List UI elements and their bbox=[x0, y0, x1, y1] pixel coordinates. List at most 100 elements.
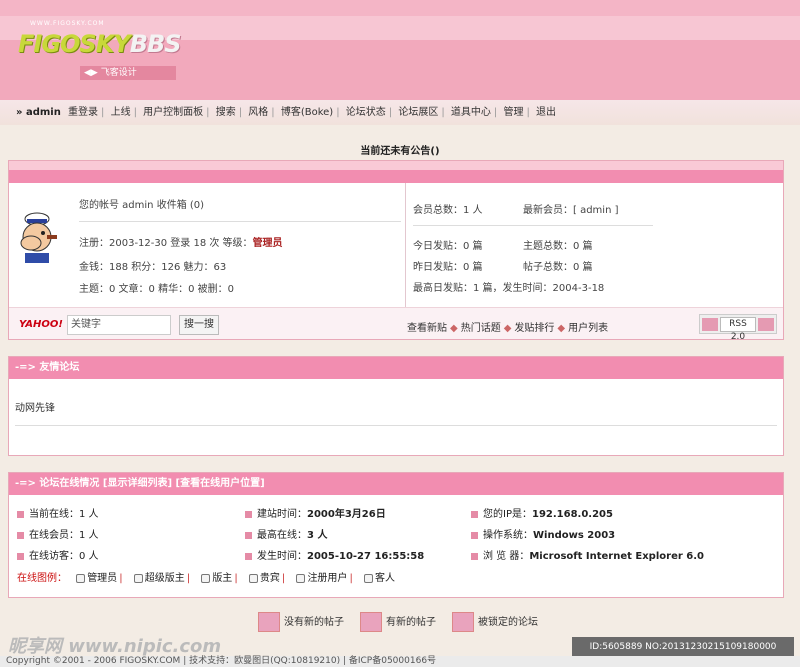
legend-has-new: 有新的帖子 bbox=[360, 612, 436, 632]
legend-locked: 被锁定的论坛 bbox=[452, 612, 538, 632]
nav-separator: | bbox=[336, 107, 340, 118]
online-members: 在线会员：1 人 bbox=[17, 526, 99, 541]
logo-url: WWW.FIGOSKY.COM bbox=[30, 20, 105, 27]
nav-item-forum-status[interactable]: 论坛状态 bbox=[344, 107, 388, 118]
user-avatar bbox=[17, 209, 61, 265]
online-browser: 浏 览 器：Microsoft Internet Explorer 6.0 bbox=[471, 547, 704, 562]
user-money: 金钱：188 积分：126 魅力：63 bbox=[79, 262, 227, 273]
nav-separator: | bbox=[101, 107, 105, 118]
user-reg-text: 注册：2003-12-30 登录 18 次 等级： bbox=[79, 238, 253, 249]
vip-icon bbox=[248, 573, 258, 583]
bullet-icon bbox=[245, 552, 252, 560]
logo-subtitle: ◀▶ 飞客设计 bbox=[80, 66, 176, 80]
user-info-panel: 您的帐号 admin 收件箱 (0) 注册：2003-12-30 登录 18 次… bbox=[8, 160, 784, 342]
nav-item-admin[interactable]: 管理 bbox=[501, 107, 525, 118]
search-input[interactable]: 关键字 bbox=[67, 315, 171, 335]
nav-item-style[interactable]: 风格 bbox=[246, 107, 270, 118]
nav-separator: | bbox=[133, 107, 137, 118]
user-account[interactable]: 您的帐号 admin 收件箱 (0) bbox=[79, 199, 204, 213]
nav-separator: | bbox=[271, 107, 275, 118]
stat-members: 会员总数：1 人 bbox=[413, 205, 483, 216]
new-posts-icon bbox=[360, 612, 382, 632]
stat-newest-member[interactable]: 最新会员：[ admin ] bbox=[523, 201, 619, 216]
online-build-time: 建站时间：2000年3月26日 bbox=[245, 505, 386, 520]
legend-label: 在线图例： bbox=[17, 573, 67, 584]
site-logo[interactable]: FIGOSKYBBS bbox=[18, 30, 182, 58]
header-band-top bbox=[0, 0, 800, 16]
guest-icon bbox=[364, 573, 373, 583]
watermark-id: ID:5605889 NO:20131230215109180000 bbox=[572, 637, 794, 657]
stat-today: 今日发贴：0 篇 bbox=[413, 241, 483, 252]
nav-item-item-center[interactable]: 道具中心 bbox=[449, 107, 493, 118]
nav-separator: | bbox=[388, 107, 393, 118]
rss-left-icon[interactable] bbox=[702, 318, 718, 331]
online-legend: 在线图例： 管理员 | 超级版主 | 版主 | 贵宾 | 注册用户 | 客人 bbox=[17, 573, 395, 584]
quick-links: 查看新贴 ◆ 热门话题 ◆ 发贴排行 ◆ 用户列表 bbox=[407, 319, 608, 334]
legend-moderator: 版主 bbox=[212, 573, 233, 584]
legend-admin: 管理员 bbox=[87, 573, 118, 584]
bullet-icon bbox=[245, 531, 252, 539]
friend-forum-link[interactable]: 动网先锋 bbox=[15, 399, 55, 414]
legend-super-moderator: 超级版主 bbox=[144, 573, 185, 584]
nav-separator: | bbox=[493, 107, 498, 118]
header-banner: WWW.FIGOSKY.COM FIGOSKYBBS ◀▶ 飞客设计 bbox=[0, 0, 800, 100]
locked-forum-icon bbox=[452, 612, 474, 632]
online-os: 操作系统：Windows 2003 bbox=[471, 526, 615, 541]
stat-topics: 主题总数：0 篇 bbox=[523, 241, 593, 252]
friend-forums-panel: -=> 友情论坛 动网先锋 bbox=[8, 356, 784, 456]
nav-item-search[interactable]: 搜索 bbox=[214, 107, 238, 118]
friend-forums-title: -=> 友情论坛 bbox=[9, 357, 783, 379]
search-button[interactable]: 搜一搜 bbox=[179, 315, 219, 335]
link-post-ranking[interactable]: 发贴排行 bbox=[514, 323, 554, 334]
search-row: YAHOO! 关键字 搜一搜 查看新贴 ◆ 热门话题 ◆ 发贴排行 ◆ 用户列表 RSS 2… bbox=[9, 307, 783, 342]
online-ip: 您的IP是：192.168.0.205 bbox=[471, 505, 613, 520]
stat-max-day: 最高日发贴：1 篇，发生时间：2004-3-18 bbox=[413, 283, 605, 294]
bullet-icon bbox=[17, 510, 24, 518]
bullet-icon bbox=[245, 510, 252, 518]
legend-no-new: 没有新的帖子 bbox=[258, 612, 344, 632]
user-posts: 主题：0 文章：0 精华：0 被删：0 bbox=[79, 284, 234, 295]
online-status-panel: -=> 论坛在线情况 [显示详细列表] [查看在线用户位置] 当前在线：1 人 … bbox=[8, 472, 784, 598]
online-status-title[interactable]: -=> 论坛在线情况 [显示详细列表] [查看在线用户位置] bbox=[9, 473, 783, 495]
divider bbox=[413, 225, 653, 226]
panel-top-strip bbox=[9, 161, 783, 170]
bullet-icon bbox=[471, 531, 478, 539]
online-current: 当前在线：1 人 bbox=[17, 505, 99, 520]
link-new-posts[interactable]: 查看新贴 bbox=[407, 323, 447, 334]
footer-copyright: Copyright ©2001 - 2006 FIGOSKY.COM | 技术支… bbox=[0, 656, 800, 667]
online-guests: 在线访客：0 人 bbox=[17, 547, 99, 562]
rss-button[interactable]: RSS 2.0 bbox=[720, 317, 756, 342]
bullet-icon bbox=[471, 510, 478, 518]
logo-text-figosky: FIGOSKY bbox=[18, 30, 131, 58]
rss-widget: RSS 2.0 bbox=[699, 314, 777, 342]
nav-item-forum-gallery[interactable]: 论坛展区 bbox=[396, 107, 440, 118]
logo-text-bbs: BBS bbox=[129, 30, 182, 58]
bullet-icon bbox=[471, 552, 478, 560]
legend-registered: 注册用户 bbox=[307, 573, 348, 584]
nav-item-control-panel[interactable]: 用户控制面板 bbox=[141, 107, 205, 118]
nav-user[interactable]: » admin bbox=[14, 107, 63, 118]
link-dot-icon: ◆ bbox=[503, 323, 512, 334]
announcement[interactable]: 当前还未有公告() bbox=[0, 142, 800, 157]
user-level: 管理员 bbox=[252, 238, 283, 249]
nav-item-relogin[interactable]: 重登录 bbox=[66, 107, 100, 118]
link-dot-icon: ◆ bbox=[557, 323, 566, 334]
online-occur-time: 发生时间：2005-10-27 16:55:58 bbox=[245, 547, 424, 562]
bullet-icon bbox=[17, 552, 24, 560]
nav-item-online[interactable]: 上线 bbox=[109, 107, 133, 118]
nav-item-blog[interactable]: 博客(Boke) bbox=[279, 107, 335, 118]
nav-separator: | bbox=[441, 107, 445, 118]
link-hot-topics[interactable]: 热门话题 bbox=[461, 323, 501, 334]
stat-yesterday: 昨日发贴：0 篇 bbox=[413, 262, 483, 273]
yahoo-logo: YAHOO! bbox=[19, 319, 63, 330]
nav-separator: | bbox=[526, 107, 530, 118]
legend-vip: 贵宾 bbox=[259, 573, 280, 584]
link-user-list[interactable]: 用户列表 bbox=[568, 323, 608, 334]
divider bbox=[15, 425, 777, 426]
rss-right-icon[interactable] bbox=[758, 318, 774, 331]
link-dot-icon: ◆ bbox=[450, 323, 458, 334]
panel-header-bar bbox=[9, 170, 783, 183]
moderator-icon bbox=[201, 573, 211, 583]
stat-posts-total: 帖子总数：0 篇 bbox=[523, 262, 593, 273]
nav-item-logout[interactable]: 退出 bbox=[534, 107, 558, 118]
